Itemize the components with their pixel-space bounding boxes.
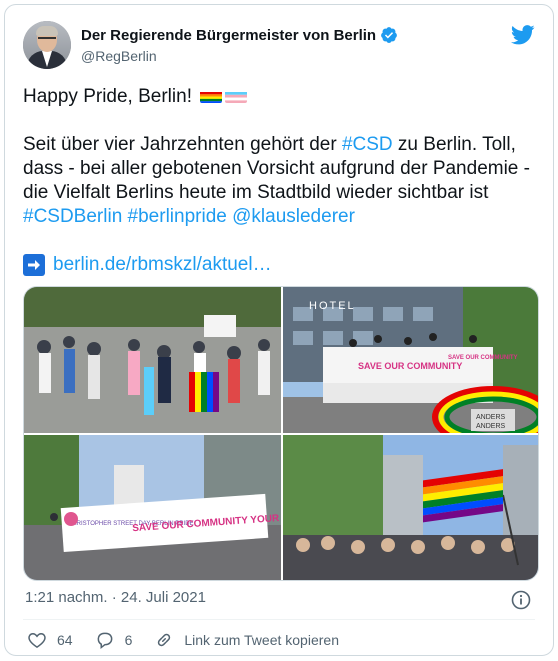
transgender-flag-icon: [225, 89, 248, 103]
tweet-card[interactable]: Der Regierende Bürgermeister von Berlin …: [4, 4, 554, 656]
balloon-text: ANDERS: [476, 414, 506, 421]
truck-banner-left: SAVE OUR COMMUNITY: [358, 361, 462, 371]
greeting-text: Happy Pride, Berlin!: [23, 86, 192, 107]
hashtag-berlinpride-link[interactable]: #berlinpride: [128, 206, 227, 227]
right-arrow-icon: [23, 254, 45, 276]
tweet-header: Der Regierende Bürgermeister von Berlin …: [23, 21, 535, 71]
rainbow-flag-icon: [200, 89, 223, 103]
info-icon[interactable]: [511, 590, 531, 610]
heart-icon: [28, 632, 46, 648]
photo-banner-march[interactable]: CHRISTOPHER STREET DAY BERLIN PRIDE SAVE…: [24, 435, 281, 580]
hashtag-csdberlin-link[interactable]: #CSDBerlin: [23, 206, 122, 227]
like-count: 64: [57, 632, 73, 648]
twitter-bird-icon[interactable]: [511, 25, 535, 45]
action-bar: 64 6 Link zum Tweet kopieren: [27, 630, 361, 650]
photo-float-truck[interactable]: HOTEL SAVE OUR COMMUNITY SAVE OUR COMMUN…: [283, 287, 538, 433]
author-name[interactable]: Der Regierende Bürgermeister von Berlin: [81, 27, 376, 44]
divider: [23, 619, 535, 620]
truck-banner-right: SAVE OUR COMMUNITY: [448, 355, 518, 361]
copy-link-button[interactable]: Link zum Tweet kopieren: [154, 630, 339, 650]
mention-klauslederer-link[interactable]: @klauslederer: [232, 206, 355, 227]
like-button[interactable]: 64: [27, 630, 73, 650]
body-text-1: Seit über vier Jahrzehnten gehört der: [23, 134, 342, 155]
author-name-line: Der Regierende Bürgermeister von Berlin: [81, 26, 398, 44]
balloon-text-2: ANDERS: [476, 423, 506, 430]
verified-badge-icon: [381, 27, 397, 43]
tweet-text: Happy Pride, Berlin! Seit über vier Jahr…: [23, 85, 539, 277]
photo-rainbow-flag[interactable]: [283, 435, 538, 580]
reply-bubble-icon: [97, 632, 112, 650]
copy-link-label: Link zum Tweet kopieren: [184, 632, 339, 648]
link-line: berlin.de/rbmskzl/aktuel…: [23, 253, 539, 277]
reply-button[interactable]: 6: [95, 630, 133, 650]
photo-crowd-street[interactable]: [24, 287, 281, 433]
photo-grid: HOTEL SAVE OUR COMMUNITY SAVE OUR COMMUN…: [23, 286, 539, 581]
link-icon: [158, 633, 171, 647]
tweet-timestamp[interactable]: 1:21 nachm. · 24. Juli 2021: [25, 589, 206, 606]
external-link[interactable]: berlin.de/rbmskzl/aktuel…: [53, 253, 272, 277]
hashtag-csd-link[interactable]: #CSD: [342, 134, 393, 155]
reply-count: 6: [124, 632, 133, 648]
hotel-sign: HOTEL: [309, 300, 356, 312]
avatar[interactable]: [23, 21, 71, 69]
author-handle[interactable]: @RegBerlin: [81, 48, 157, 64]
